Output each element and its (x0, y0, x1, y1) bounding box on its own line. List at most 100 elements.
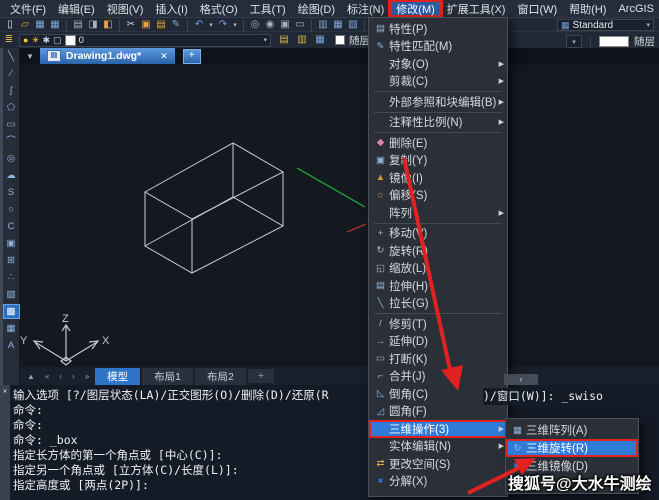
modify-menu-item-8[interactable]: ▲镜像(I) (369, 169, 507, 187)
modify-menu-item-10[interactable]: 阵列▶ (369, 204, 507, 222)
modify-menu-item-3[interactable]: 剪裁(C)▶ (369, 73, 507, 91)
layout-tab-布局2[interactable]: 布局2 (195, 368, 246, 385)
modify-menu-item-6[interactable]: ◆删除(E) (369, 134, 507, 152)
submenu-3d-item-0[interactable]: ▦三维阵列(A) (506, 421, 638, 439)
chevron-down-icon[interactable]: ▾ (263, 36, 267, 44)
menubar-item-7[interactable]: 标注(N) (341, 0, 390, 17)
menubar-item-9[interactable]: 扩展工具(X) (441, 0, 512, 17)
menubar-item-10[interactable]: 窗口(W) (511, 0, 563, 17)
modify-menu-item-11[interactable]: +移动(V) (369, 225, 507, 243)
menubar-item-4[interactable]: 格式(O) (194, 0, 244, 17)
menubar-item-6[interactable]: 绘图(D) (292, 0, 341, 17)
menubar-item-11[interactable]: 帮助(H) (563, 0, 612, 17)
menubar-item-2[interactable]: 视图(V) (101, 0, 150, 17)
plot-preview-icon[interactable]: ◨ (86, 19, 100, 31)
add-layout-button[interactable]: + (248, 369, 274, 383)
undo-icon[interactable]: ↶ (192, 19, 206, 31)
ellipse-icon[interactable]: ○ (4, 203, 19, 216)
publish-icon[interactable]: ◧ (101, 19, 115, 31)
line-icon[interactable]: ╲ (4, 50, 19, 63)
layout-nav-3[interactable]: › (68, 372, 79, 381)
arc-icon[interactable]: ⌒ (4, 135, 19, 148)
zoom-realtime-icon[interactable]: ◉ (263, 19, 277, 31)
layout-tab-布局1[interactable]: 布局1 (142, 368, 193, 385)
polygon-icon[interactable]: ⬠ (4, 101, 19, 114)
modify-menu-item-16[interactable]: /修剪(T) (369, 315, 507, 333)
modify-menu-item-7[interactable]: ▣复制(Y) (369, 152, 507, 170)
redo-icon[interactable]: ↷ (216, 19, 230, 31)
make-block-icon[interactable]: ⊞ (4, 254, 19, 267)
menubar-item-8[interactable]: 修改(M) (390, 0, 441, 17)
properties-palette-icon[interactable]: ▥ (316, 19, 330, 31)
command-scroll-notch[interactable]: ‹ (504, 374, 538, 385)
color-combo[interactable]: 随层 (335, 33, 370, 48)
modify-menu-item-22[interactable]: 三维操作(3)▶ (369, 420, 507, 438)
design-center-icon[interactable]: ▦ (331, 19, 345, 31)
save-icon[interactable]: ▦ (33, 19, 47, 31)
modify-menu-item-21[interactable]: ◿圆角(F) (369, 403, 507, 421)
tab-menu-dropdown-icon[interactable]: ▼ (20, 52, 40, 61)
layout-nav-2[interactable]: ‹ (55, 372, 66, 381)
zoom-window-icon[interactable]: ▣ (278, 19, 292, 31)
command-window-grip[interactable]: ✕ (0, 385, 10, 500)
tool-palettes-icon[interactable]: ▧ (346, 19, 360, 31)
layer-properties-icon[interactable]: ≣ (2, 34, 16, 46)
tab-drawing1[interactable]: ▤ Drawing1.dwg* ✕ (40, 48, 175, 64)
polyline-icon[interactable]: ʃ (4, 84, 19, 97)
table-icon[interactable]: ▦ (4, 322, 19, 335)
modify-menu-item-12[interactable]: ↻旋转(R) (369, 242, 507, 260)
menubar-item-0[interactable]: 文件(F) (4, 0, 52, 17)
construction-line-icon[interactable]: ⁄ (4, 67, 19, 80)
plot-icon[interactable]: ▤ (71, 19, 85, 31)
layout-nav-1[interactable]: « (41, 372, 53, 381)
modify-menu-item-23[interactable]: 实体编辑(N)▶ (369, 438, 507, 456)
menubar-item-3[interactable]: 插入(I) (149, 0, 193, 17)
modify-menu-item-0[interactable]: ▤特性(P) (369, 20, 507, 38)
submenu-3d-item-1[interactable]: ↻三维旋转(R) (506, 439, 638, 457)
undo-dropdown-icon[interactable]: ▾ (207, 21, 215, 29)
close-icon[interactable]: ✕ (3, 387, 7, 395)
layer-states-icon[interactable]: ▤ (277, 34, 291, 46)
hatch-icon[interactable]: ▨ (4, 288, 19, 301)
close-icon[interactable]: ✕ (160, 51, 168, 62)
menubar-item-12[interactable]: ArcGIS (612, 0, 659, 17)
modify-menu-item-13[interactable]: ◱缩放(L) (369, 260, 507, 278)
modify-menu-item-9[interactable]: ○偏移(S) (369, 187, 507, 205)
open-icon[interactable]: ▱ (18, 19, 32, 31)
gradient-icon[interactable]: ▩ (4, 305, 19, 318)
text-style-combo[interactable]: ▦ Standard ▾ (557, 19, 654, 31)
spline-icon[interactable]: S (4, 186, 19, 199)
mtext-icon[interactable]: A (4, 339, 19, 352)
insert-block-icon[interactable]: ▣ (4, 237, 19, 250)
point-icon[interactable]: ∴ (4, 271, 19, 284)
layer-prev-icon[interactable]: ▥ (295, 34, 309, 46)
linetype-combo-dropdown[interactable]: ▾ (566, 35, 582, 48)
layout-nav-0[interactable]: ▲ (23, 372, 39, 381)
circle-icon[interactable]: ◎ (4, 152, 19, 165)
zoom-previous-icon[interactable]: ▭ (293, 19, 307, 31)
modify-menu-item-15[interactable]: ╲拉长(G) (369, 295, 507, 313)
layout-tab-模型[interactable]: 模型 (95, 368, 140, 385)
modify-menu-item-14[interactable]: ▤拉伸(H) (369, 277, 507, 295)
menubar-item-5[interactable]: 工具(T) (244, 0, 292, 17)
layer-isolate-icon[interactable]: ▦ (313, 34, 327, 46)
chevron-down-icon[interactable]: ▾ (646, 21, 650, 29)
new-drawing-button[interactable]: + (183, 49, 201, 64)
rectangle-icon[interactable]: ▭ (4, 118, 19, 131)
new-icon[interactable]: ▯ (3, 19, 17, 31)
layout-nav-4[interactable]: » (81, 372, 93, 381)
modify-menu-item-5[interactable]: 注释性比例(N)▶ (369, 114, 507, 132)
modify-menu-item-17[interactable]: →延伸(D) (369, 333, 507, 351)
modify-menu-item-1[interactable]: ✎特性匹配(M) (369, 38, 507, 56)
modify-menu-item-2[interactable]: 对象(O)▶ (369, 55, 507, 73)
redo-dropdown-icon[interactable]: ▾ (231, 21, 239, 29)
match-properties-icon[interactable]: ✎ (169, 19, 183, 31)
modify-menu-item-18[interactable]: ▭打断(K) (369, 350, 507, 368)
pan-icon[interactable]: ◎ (248, 19, 262, 31)
layer-combo[interactable]: ●☀✱▢ 0 ▾ (19, 34, 271, 47)
menubar-item-1[interactable]: 编辑(E) (52, 0, 101, 17)
modify-menu-item-4[interactable]: 外部参照和块编辑(B)▶ (369, 93, 507, 111)
ellipse-arc-icon[interactable]: C (4, 220, 19, 233)
save-all-icon[interactable]: ▦ (48, 19, 62, 31)
modify-menu-item-24[interactable]: ⇄更改空间(S) (369, 455, 507, 473)
